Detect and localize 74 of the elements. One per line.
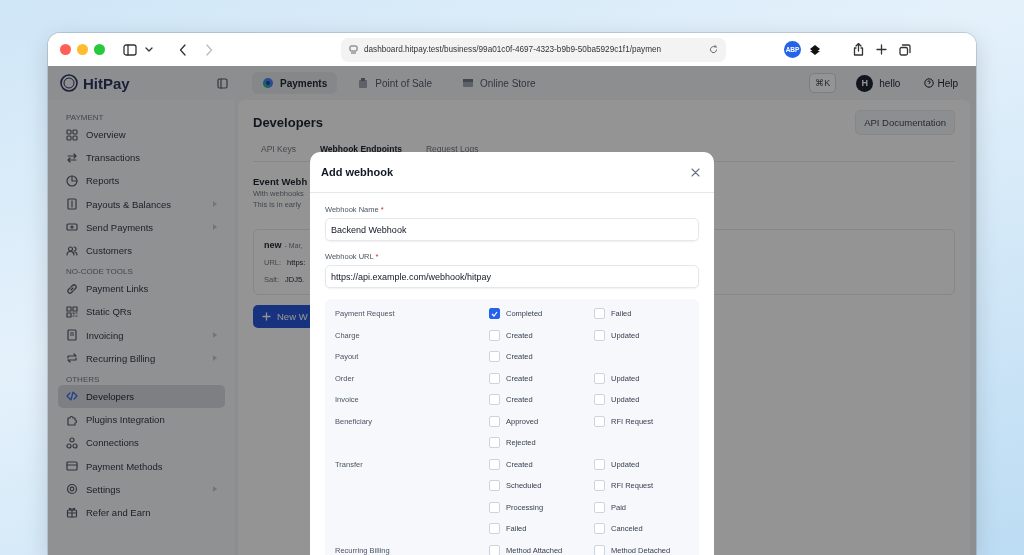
new-tab-icon[interactable] (876, 44, 887, 55)
nav-tab[interactable]: Point of Sale (347, 72, 442, 94)
sidebar-item[interactable]: Static QRs (58, 300, 225, 324)
zoom-window-button[interactable] (94, 44, 105, 55)
swap-arrows-icon (66, 151, 78, 164)
reload-icon[interactable] (709, 45, 718, 54)
section-heading: PAYMENT (65, 112, 105, 123)
sidebar-item[interactable]: Payouts & Balances (58, 192, 225, 216)
forward-icon[interactable] (205, 43, 213, 56)
sidebar-item[interactable]: Recurring Billing (58, 346, 225, 370)
page-title: Developers (253, 115, 324, 130)
sidebar-item[interactable]: Invoicing (58, 323, 225, 347)
nav-tab[interactable]: Payments (252, 72, 338, 94)
logo-icon (60, 74, 78, 92)
sidebar-item[interactable]: Payment Links (58, 277, 225, 301)
sidebar-item[interactable]: Transactions (58, 146, 225, 170)
grid-icon (66, 128, 78, 141)
clock-icon (66, 174, 78, 187)
sidebar-item[interactable]: Reports (58, 169, 225, 193)
credit-card-icon (66, 460, 78, 473)
plus-icon (262, 312, 271, 321)
collapse-sidebar-icon[interactable] (217, 77, 228, 89)
card-icon (66, 221, 78, 234)
section-heading: OTHERS (65, 373, 101, 385)
extension-icon[interactable] (809, 43, 821, 56)
input-field[interactable]: Backend Webhook (325, 218, 699, 241)
nav-tab[interactable]: Online Store (451, 72, 546, 94)
link-icon (66, 282, 78, 295)
gift-icon (66, 506, 78, 519)
tabs-overview-icon[interactable] (899, 43, 911, 56)
sidebar-item[interactable]: Plugins Integration (58, 408, 225, 432)
sidebar-item[interactable]: Customers (58, 238, 225, 263)
sidebar-item[interactable]: Refer and Earn (58, 500, 225, 524)
code-icon (66, 390, 78, 403)
close-window-button[interactable] (60, 44, 71, 55)
address-bar[interactable]: dashboard.hitpay.test/business/99a01c0f-4697-4323-b9b9-50ba5929c1f1/paymen (341, 37, 726, 62)
sidebar-toggle-icon[interactable] (123, 43, 137, 56)
modal-title: Add webhook (321, 166, 394, 178)
sidebar-item[interactable]: Connections (58, 431, 225, 455)
input-field[interactable]: https://api.example.com/webhook/hitpay (325, 265, 699, 288)
sidebar-item[interactable]: Settings (58, 477, 225, 501)
storefront-icon (461, 77, 474, 89)
settings-icon (66, 483, 78, 496)
sidebar-item[interactable]: Developers (58, 384, 225, 409)
minimize-window-button[interactable] (77, 44, 88, 55)
document-icon (66, 329, 78, 342)
sidebar-item[interactable]: Overview (58, 123, 225, 147)
help-icon (924, 78, 935, 88)
back-icon[interactable] (179, 43, 187, 56)
nodes-icon (66, 436, 78, 449)
user-name: hello (879, 77, 901, 89)
checkbox[interactable] (489, 308, 500, 320)
qr-code-icon (66, 305, 78, 318)
logo-text: HitPay (83, 74, 130, 92)
command-palette-button[interactable]: ⌘K (809, 73, 837, 93)
close-icon[interactable] (691, 167, 700, 177)
api-documentation-button[interactable]: API Documentation (855, 110, 955, 135)
share-icon[interactable] (853, 43, 864, 56)
user-menu[interactable]: H hello (850, 73, 907, 93)
section-title: Event Webh (253, 176, 308, 187)
repeat-icon (66, 352, 78, 365)
help-button[interactable]: Help (918, 76, 964, 90)
sidebar-item[interactable]: Payment Methods (58, 454, 225, 478)
puzzle-icon (66, 413, 78, 426)
avatar: H (856, 74, 874, 92)
endpoint-name: new (264, 240, 282, 250)
section-heading: NO-CODE TOOLS (65, 266, 134, 278)
pie-chart-icon (262, 77, 274, 89)
page-tab[interactable]: API Keys (253, 139, 296, 161)
url-text: dashboard.hitpay.test/business/99a01c0f-4697-4323-b9b9-50ba5929c1f1/paymen (364, 45, 663, 54)
users-icon (66, 244, 78, 257)
sidebar-item[interactable]: Send Payments (58, 215, 225, 239)
chevron-down-icon[interactable] (145, 46, 153, 53)
page-icon (349, 44, 358, 55)
